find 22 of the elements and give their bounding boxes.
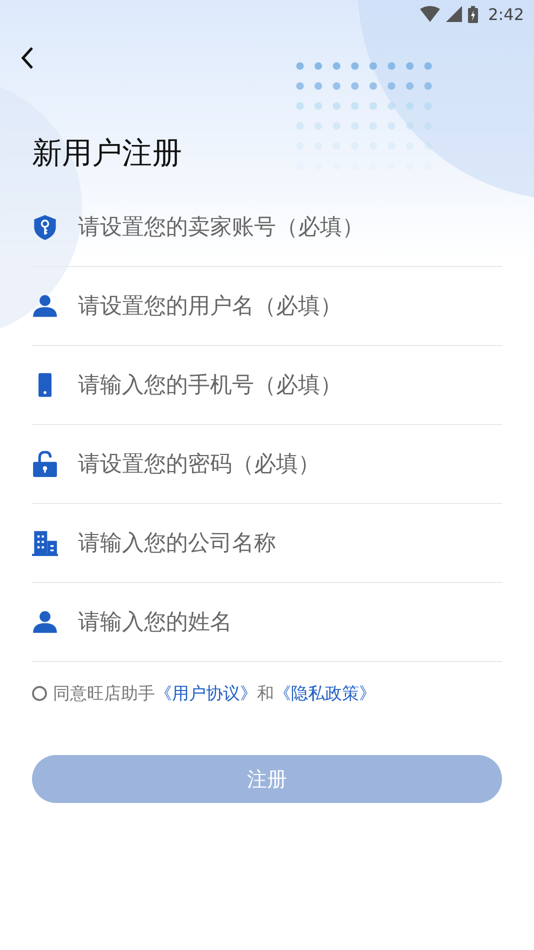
input-field[interactable]: 请设置您的密码（必填） [78, 452, 502, 476]
input-field[interactable]: 请设置您的用户名（必填） [78, 294, 502, 318]
input-field[interactable]: 请输入您的手机号（必填） [78, 372, 502, 398]
status-time: 2:42 [488, 4, 524, 24]
battery-icon [468, 6, 478, 22]
page-title: 新用户注册 [32, 135, 183, 173]
shield-key-icon [32, 214, 58, 240]
building-icon [32, 530, 58, 556]
agreement-text: 同意旺店助手 [53, 683, 155, 705]
wifi-icon [420, 6, 440, 22]
padlock-icon [32, 451, 58, 477]
input-field[interactable]: 请输入您的公司名称 [78, 530, 502, 556]
agreement-link[interactable]: 《用户协议》 [155, 682, 257, 705]
back-icon[interactable] [20, 46, 34, 70]
person-icon [32, 609, 58, 635]
person-icon [32, 293, 58, 319]
input-field[interactable]: 请设置您的卖家账号（必填） [78, 214, 502, 240]
agreement-link[interactable]: 《隐私政策》 [274, 682, 376, 705]
input-field[interactable]: 请输入您的姓名 [78, 610, 502, 634]
agreement-text: 和 [257, 683, 274, 705]
signal-icon [446, 6, 462, 22]
agree-radio[interactable] [32, 686, 47, 701]
